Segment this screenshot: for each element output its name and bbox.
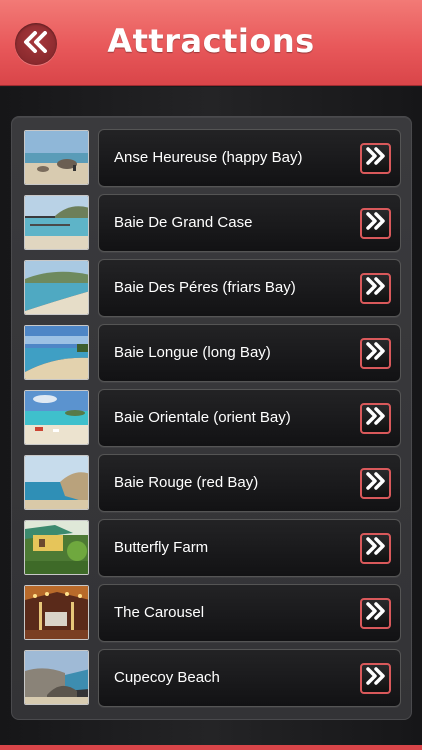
thumbnail-image	[24, 195, 89, 250]
double-chevron-right-icon	[365, 212, 387, 235]
double-chevron-right-icon	[365, 472, 387, 495]
open-button[interactable]	[360, 533, 391, 564]
thumbnail-image	[24, 455, 89, 510]
attraction-label: Anse Heureuse (happy Bay)	[114, 149, 303, 166]
double-chevron-right-icon	[365, 537, 387, 560]
attraction-label: Baie Longue (long Bay)	[114, 344, 271, 361]
list-item[interactable]: Cupecoy Beach	[24, 649, 401, 707]
attraction-button[interactable]: Baie Orientale (orient Bay)	[98, 389, 401, 447]
open-button[interactable]	[360, 403, 391, 434]
open-button[interactable]	[360, 338, 391, 369]
list-item[interactable]: Baie Longue (long Bay)	[24, 324, 401, 382]
list-item[interactable]: The Carousel	[24, 584, 401, 642]
attraction-label: Baie Des Péres (friars Bay)	[114, 279, 296, 296]
list-item[interactable]: Baie Des Péres (friars Bay)	[24, 259, 401, 317]
double-chevron-right-icon	[365, 342, 387, 365]
double-chevron-right-icon	[365, 667, 387, 690]
attraction-button[interactable]: The Carousel	[98, 584, 401, 642]
open-button[interactable]	[360, 663, 391, 694]
thumbnail-image	[24, 260, 89, 315]
open-button[interactable]	[360, 273, 391, 304]
open-button[interactable]	[360, 208, 391, 239]
thumbnail-image	[24, 325, 89, 380]
footer-accent-bar	[0, 745, 422, 750]
header-bar: Attractions	[0, 0, 422, 86]
attraction-button[interactable]: Baie Des Péres (friars Bay)	[98, 259, 401, 317]
open-button[interactable]	[360, 598, 391, 629]
page-title: Attractions	[107, 22, 315, 60]
attraction-button[interactable]: Butterfly Farm	[98, 519, 401, 577]
double-chevron-right-icon	[365, 602, 387, 625]
double-chevron-right-icon	[365, 407, 387, 430]
thumbnail-image	[24, 130, 89, 185]
attraction-label: Baie Rouge (red Bay)	[114, 474, 259, 491]
open-button[interactable]	[360, 468, 391, 499]
content-area: Anse Heureuse (happy Bay) Baie De Grand …	[0, 87, 422, 745]
double-chevron-right-icon	[365, 277, 387, 300]
attraction-label: Baie Orientale (orient Bay)	[114, 409, 291, 426]
attraction-label: Baie De Grand Case	[114, 214, 253, 231]
attraction-button[interactable]: Baie Rouge (red Bay)	[98, 454, 401, 512]
list-item[interactable]: Anse Heureuse (happy Bay)	[24, 129, 401, 187]
thumbnail-image	[24, 585, 89, 640]
list-item[interactable]: Baie Rouge (red Bay)	[24, 454, 401, 512]
attraction-label: The Carousel	[114, 604, 205, 621]
attractions-list: Anse Heureuse (happy Bay) Baie De Grand …	[11, 116, 412, 720]
list-item[interactable]: Baie Orientale (orient Bay)	[24, 389, 401, 447]
attraction-button[interactable]: Anse Heureuse (happy Bay)	[98, 129, 401, 187]
thumbnail-image	[24, 650, 89, 705]
double-chevron-right-icon	[365, 147, 387, 170]
attraction-button[interactable]: Baie Longue (long Bay)	[98, 324, 401, 382]
list-item[interactable]: Butterfly Farm	[24, 519, 401, 577]
open-button[interactable]	[360, 143, 391, 174]
list-item[interactable]: Baie De Grand Case	[24, 194, 401, 252]
attraction-button[interactable]: Cupecoy Beach	[98, 649, 401, 707]
thumbnail-image	[24, 520, 89, 575]
thumbnail-image	[24, 390, 89, 445]
attraction-button[interactable]: Baie De Grand Case	[98, 194, 401, 252]
attraction-label: Cupecoy Beach	[114, 669, 220, 686]
attraction-label: Butterfly Farm	[114, 539, 209, 556]
